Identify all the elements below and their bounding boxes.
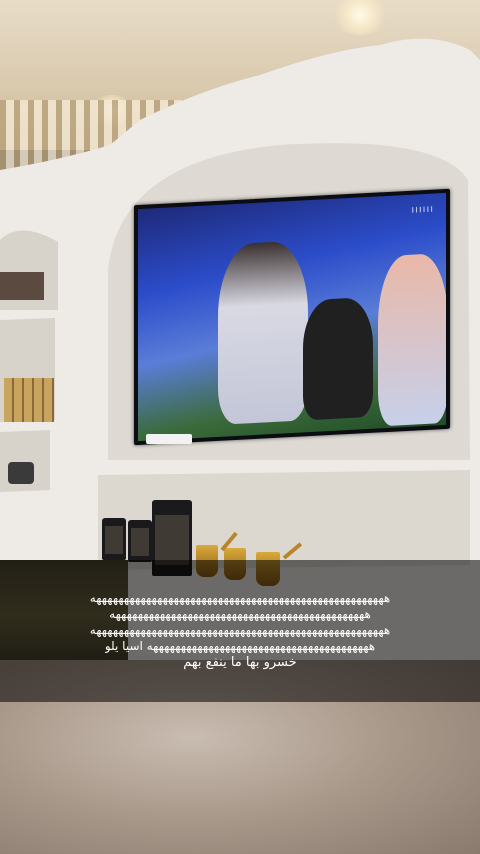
shelf-books: [4, 378, 54, 422]
caption-line: هههههههههههههههههههههههههههههههههههههههه…: [104, 639, 376, 653]
player-figure: [378, 252, 446, 427]
tv-screen: ıııııı: [138, 192, 446, 442]
shelf-item: [0, 272, 44, 300]
lantern-decor: [102, 518, 126, 560]
set-top-box: [146, 434, 192, 444]
television: ıııııı: [134, 188, 450, 446]
caption-line: هههههههههههههههههههههههههههههههههههههههه…: [89, 623, 391, 637]
shelf-ornament: [8, 462, 34, 484]
caption-overlay: هههههههههههههههههههههههههههههههههههههههه…: [0, 560, 480, 702]
caption-line: هههههههههههههههههههههههههههههههههههههههه…: [109, 607, 371, 621]
caption-line: خسرو بها ما ينفع بهم: [183, 655, 297, 670]
channel-logo: ıııııı: [411, 203, 434, 216]
lantern-decor: [128, 520, 152, 562]
living-room-photo: ıııııı ههههههههههههههههههههههههههههههههه…: [0, 0, 480, 854]
caption-line: هههههههههههههههههههههههههههههههههههههههه…: [89, 591, 391, 605]
player-figure: [218, 240, 308, 425]
player-figure: [303, 296, 373, 421]
